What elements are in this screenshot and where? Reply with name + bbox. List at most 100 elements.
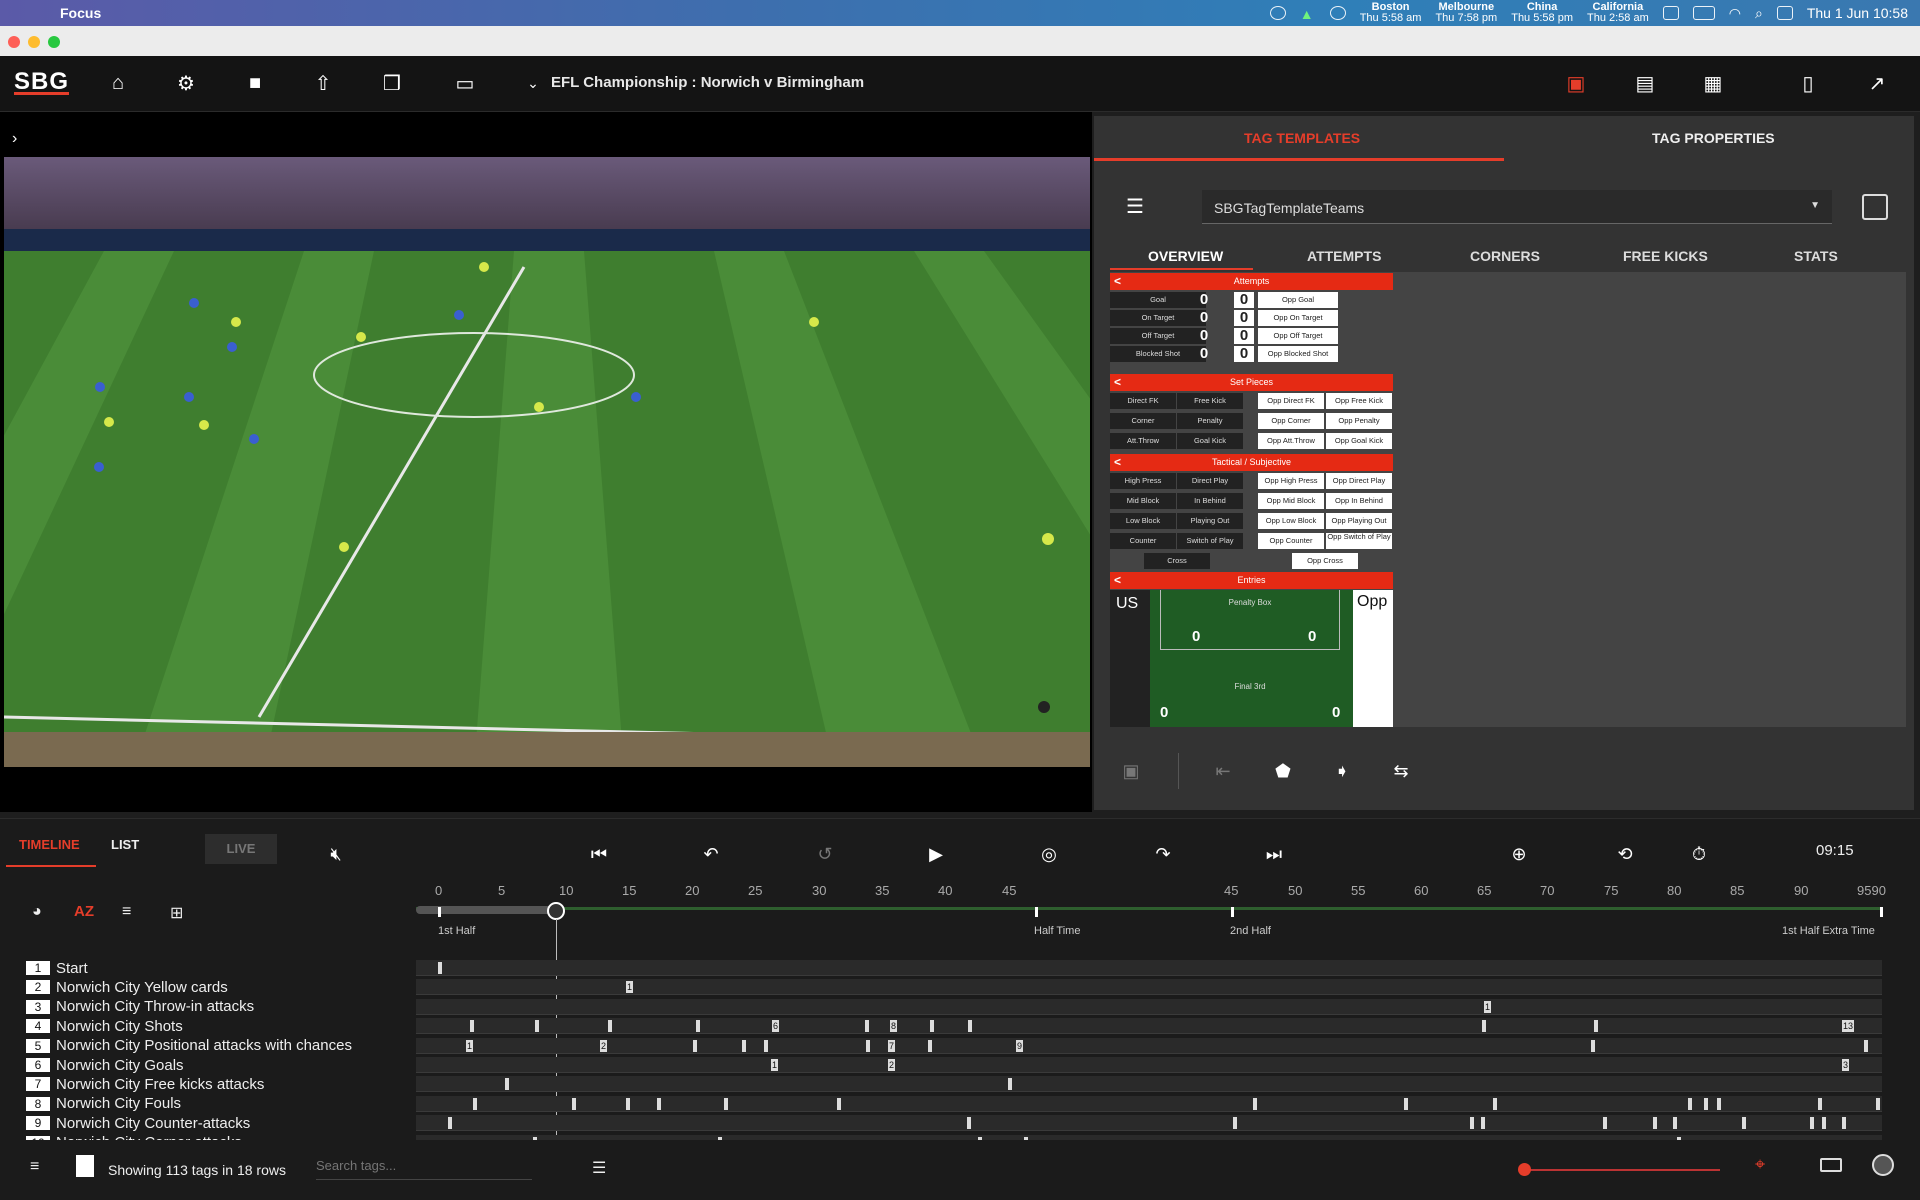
tag-marker[interactable] <box>1253 1097 1257 1110</box>
tag-marker[interactable]: 9 <box>1016 1039 1024 1052</box>
timeline-track[interactable]: 1 <box>416 998 1882 1015</box>
tag-marker[interactable] <box>438 962 442 974</box>
stopwatch-icon[interactable]: ⏱ <box>1686 841 1712 867</box>
tag-cross[interactable]: Cross <box>1144 553 1210 569</box>
app-name[interactable]: Focus <box>60 5 101 21</box>
mute-icon[interactable]: 🔇︎ <box>323 841 349 867</box>
timeline-track[interactable]: 1 2 3 <box>416 1057 1882 1073</box>
label-tag-icon[interactable]: ➧ <box>1331 760 1353 782</box>
tag-marker[interactable] <box>1591 1039 1595 1052</box>
timeline-track[interactable]: 1 2 7 9 <box>416 1037 1882 1054</box>
upload-icon[interactable]: ⇧ <box>310 70 336 96</box>
tag-on-target[interactable]: On Target <box>1110 310 1206 326</box>
tag-marker[interactable] <box>1717 1097 1721 1110</box>
tag-marker[interactable] <box>865 1020 869 1033</box>
match-video-frame[interactable] <box>4 157 1090 767</box>
shield-tag-icon[interactable]: ⬟ <box>1272 760 1294 782</box>
timeline-row-label[interactable]: 9 Norwich City Counter-attacks <box>26 1114 250 1132</box>
tag-marker[interactable] <box>1876 1097 1880 1110</box>
tag-marker[interactable] <box>930 1020 934 1033</box>
tag-marker[interactable] <box>1481 1117 1485 1130</box>
zoom-slider-track[interactable] <box>1522 1169 1720 1171</box>
playhead-handle[interactable] <box>547 902 565 920</box>
timeline-track[interactable] <box>416 960 1882 976</box>
collapse-icon[interactable]: < <box>1114 273 1121 290</box>
tag-marker[interactable]: 1 <box>771 1059 779 1071</box>
grid-layout-icon[interactable]: ▦ <box>1700 70 1726 96</box>
slow-play-icon[interactable]: ◎ <box>1036 841 1062 867</box>
tag-att-throw[interactable]: Att.Throw <box>1110 433 1176 449</box>
tag-marker[interactable] <box>1704 1097 1708 1110</box>
section-attempts[interactable]: < Attempts <box>1110 273 1393 290</box>
timeline-track[interactable] <box>416 1076 1882 1093</box>
tag-opp-counter[interactable]: Opp Counter <box>1258 533 1324 549</box>
tag-goal[interactable]: Goal <box>1110 292 1206 308</box>
loop-icon[interactable]: ⟲ <box>1612 841 1638 867</box>
tag-marker[interactable] <box>473 1097 477 1110</box>
tag-direct-fk[interactable]: Direct FK <box>1110 393 1176 409</box>
tab-timeline[interactable]: TIMELINE <box>19 837 80 852</box>
tag-marker[interactable] <box>837 1097 841 1110</box>
search-icon[interactable]: ⌕ <box>1755 5 1763 22</box>
timeline-row-label[interactable]: 4 Norwich City Shots <box>26 1017 183 1035</box>
tag-marker[interactable] <box>572 1097 576 1110</box>
tag-marker[interactable] <box>1842 1117 1846 1130</box>
external-link-icon[interactable]: ↗ <box>1864 70 1890 96</box>
section-set-pieces[interactable]: < Set Pieces <box>1110 374 1393 391</box>
tag-marker[interactable]: 1 <box>626 981 634 994</box>
tag-opp-corner[interactable]: Opp Corner <box>1258 413 1324 429</box>
tag-off-target[interactable]: Off Target <box>1110 328 1206 344</box>
timeline-track[interactable]: 1 <box>416 979 1882 996</box>
wifi-icon[interactable]: ◠ <box>1729 5 1741 22</box>
tag-marker[interactable] <box>724 1097 728 1110</box>
tag-marker[interactable] <box>626 1097 630 1110</box>
tag-marker[interactable]: 13 <box>1842 1020 1855 1033</box>
collapse-icon[interactable]: < <box>1114 572 1121 589</box>
filter-icon[interactable]: ☰ <box>592 1158 606 1178</box>
tag-marker[interactable] <box>1818 1097 1822 1110</box>
tab-list[interactable]: LIST <box>111 837 139 852</box>
document-layout-icon[interactable]: ▤ <box>1632 70 1658 96</box>
tag-switch-of-play[interactable]: Switch of Play <box>1177 533 1243 549</box>
tag-marker[interactable] <box>608 1020 612 1033</box>
search-tags-input[interactable] <box>316 1152 532 1180</box>
home-icon[interactable]: ⌂ <box>105 70 131 96</box>
timeline-row-label[interactable]: 3 Norwich City Throw-in attacks <box>26 998 254 1016</box>
timeline-row-label[interactable]: 8 Norwich City Fouls <box>26 1095 181 1113</box>
timeline-row-label[interactable]: 5 Norwich City Positional attacks with ch… <box>26 1037 352 1055</box>
timeline-track[interactable] <box>416 1115 1882 1132</box>
tag-marker[interactable] <box>1404 1097 1408 1110</box>
tag-marker[interactable] <box>1493 1097 1497 1110</box>
tag-blocked-shot[interactable]: Blocked Shot <box>1110 346 1206 362</box>
tag-mid-block[interactable]: Mid Block <box>1110 493 1176 509</box>
tag-opp-penalty[interactable]: Opp Penalty <box>1326 413 1392 429</box>
battery-icon[interactable] <box>1692 6 1715 20</box>
tag-goal-kick[interactable]: Goal Kick <box>1177 433 1243 449</box>
replay-icon[interactable]: ↺ <box>812 841 838 867</box>
timeline-row-label[interactable]: 6 Norwich City Goals <box>26 1056 184 1074</box>
control-center-icon[interactable] <box>1776 6 1793 20</box>
forward-5-icon[interactable]: ↷ <box>1150 841 1176 867</box>
tag-opp-off-target[interactable]: Opp Off Target <box>1258 328 1338 344</box>
tag-marker[interactable] <box>1673 1117 1677 1130</box>
tag-marker[interactable]: 7 <box>888 1039 896 1052</box>
tag-marker[interactable]: 3 <box>1842 1059 1850 1071</box>
tag-marker[interactable] <box>968 1020 972 1033</box>
import-icon[interactable]: ⇤ <box>1212 760 1234 782</box>
tag-marker[interactable] <box>657 1097 661 1110</box>
subtab-overview[interactable]: OVERVIEW <box>1148 248 1223 264</box>
tag-opp-in-behind[interactable]: Opp In Behind <box>1326 493 1392 509</box>
camera-icon[interactable]: ■ <box>242 70 268 96</box>
network-icon[interactable]: ▲ <box>1300 6 1316 22</box>
gear-icon[interactable]: ⚙ <box>173 70 199 96</box>
tag-marker[interactable] <box>928 1039 932 1052</box>
tag-marker[interactable] <box>1482 1020 1486 1033</box>
tag-opp-on-target[interactable]: Opp On Target <box>1258 310 1338 326</box>
tab-tag-properties[interactable]: TAG PROPERTIES <box>1652 130 1775 146</box>
section-entries[interactable]: < Entries <box>1110 572 1393 589</box>
tag-opp-mid-block[interactable]: Opp Mid Block <box>1258 493 1324 509</box>
subtab-corners[interactable]: CORNERS <box>1470 248 1540 264</box>
tag-opp-playing-out[interactable]: Opp Playing Out <box>1326 513 1392 529</box>
tag-penalty[interactable]: Penalty <box>1177 413 1243 429</box>
tag-marker[interactable]: 6 <box>772 1020 780 1033</box>
